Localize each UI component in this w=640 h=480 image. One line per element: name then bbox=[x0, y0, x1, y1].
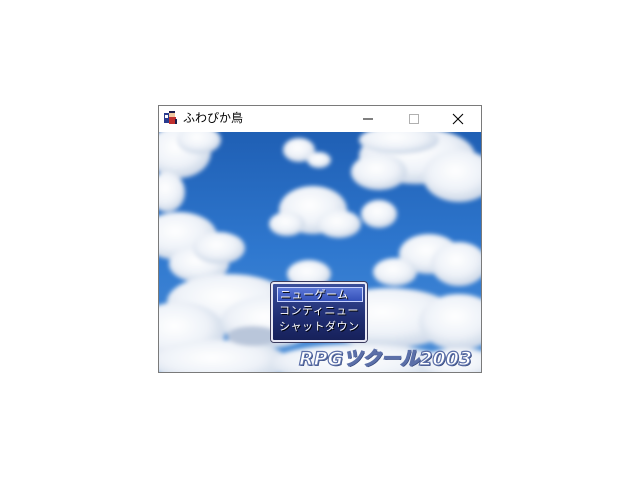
rpg-maker-logo: RPGツクール2003 bbox=[298, 347, 473, 370]
title-menu: ニューゲーム コンティニュー シャットダウン bbox=[271, 282, 367, 342]
minimize-icon bbox=[363, 118, 373, 120]
window-title: ふわぴか鳥 bbox=[183, 111, 244, 125]
game-window: ふわぴか鳥 ニューゲーム コンティニュー シャットダウン RPGツクール2003 bbox=[158, 105, 482, 373]
menu-item-new-game[interactable]: ニューゲーム bbox=[277, 287, 363, 302]
close-button[interactable] bbox=[435, 106, 481, 132]
minimize-button[interactable] bbox=[345, 106, 391, 132]
maximize-icon bbox=[409, 114, 419, 124]
menu-item-shutdown[interactable]: シャットダウン bbox=[277, 319, 363, 334]
title-bar[interactable]: ふわぴか鳥 bbox=[159, 106, 481, 132]
close-icon bbox=[452, 113, 464, 125]
game-screen[interactable]: ニューゲーム コンティニュー シャットダウン RPGツクール2003 bbox=[159, 132, 481, 372]
app-icon bbox=[164, 111, 177, 124]
menu-item-continue[interactable]: コンティニュー bbox=[277, 303, 363, 318]
maximize-button[interactable] bbox=[391, 106, 437, 132]
